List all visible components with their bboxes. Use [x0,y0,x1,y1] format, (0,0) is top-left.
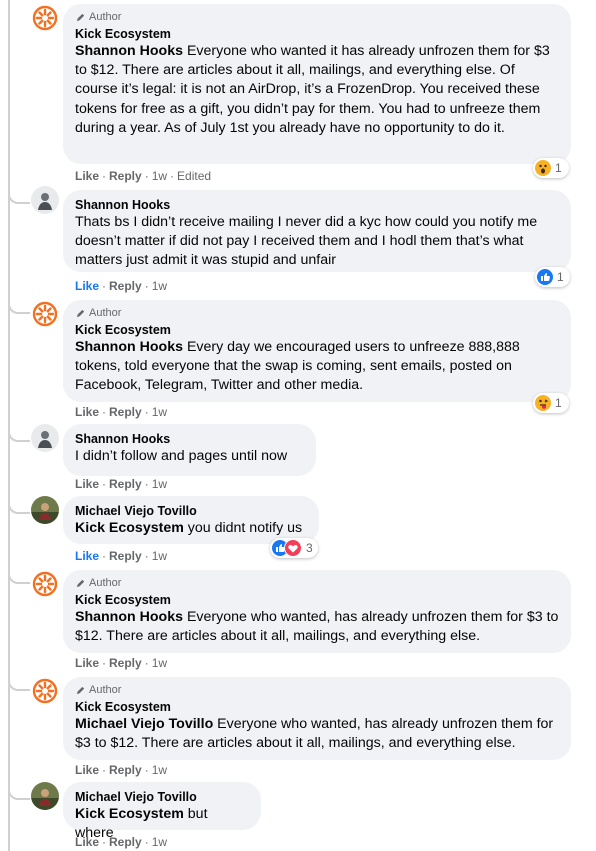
reaction-summary[interactable]: 1 [533,393,569,413]
like-button[interactable]: Like [75,835,99,849]
mention-link[interactable]: Kick Ecosystem [75,806,184,822]
like-button[interactable]: Like [75,656,99,670]
comment-actions: Like · Reply · 1w [75,835,168,849]
mention-link[interactable]: Shannon Hooks [75,609,183,625]
mention-link[interactable]: Michael Viejo Tovillo [75,716,213,732]
comment-bubble: Michael Viejo Tovillo Kick Ecosystem but… [63,782,261,841]
wow-reaction-icon [535,160,551,176]
reply-button[interactable]: Reply [109,279,142,293]
comment-actions: Like · Reply · 1w [75,279,168,293]
like-button[interactable]: Like [75,279,99,293]
comment-text: Shannon Hooks Everyone who wanted, has a… [75,609,559,645]
pencil-icon [76,686,85,694]
like-button[interactable]: Like [75,169,99,183]
comment-text: I didn’t follow and pages until now [75,448,288,464]
kick-ecosystem-avatar[interactable] [31,4,59,32]
shannon-hooks-avatar[interactable] [31,424,59,452]
mention-link[interactable]: Kick Ecosystem [75,520,184,536]
comment-bubble: Author Kick Ecosystem Michael Viejo Tovi… [63,677,571,760]
reply-button[interactable]: Reply [109,477,142,491]
comment-text: Michael Viejo Tovillo Everyone who wante… [75,716,554,752]
timestamp[interactable]: 1w [152,549,167,563]
commenter-name[interactable]: Kick Ecosystem [75,322,559,338]
comment-bubble: Author Kick Ecosystem Shannon Hooks Ever… [63,300,571,402]
timestamp[interactable]: 1w [152,477,167,491]
comment-text: Kick Ecosystem you didnt notify us [75,520,303,536]
reaction-summary[interactable]: 1 [535,267,570,287]
reaction-summary[interactable]: 3 [270,538,318,558]
kick-ecosystem-avatar[interactable] [31,570,59,598]
timestamp[interactable]: 1w [152,763,167,777]
timestamp[interactable]: 1w [152,405,167,419]
reaction-summary[interactable]: 1 [533,158,569,178]
michael-viejo-tovillo-avatar[interactable] [31,782,59,810]
commenter-name[interactable]: Kick Ecosystem [75,699,559,715]
reply-button[interactable]: Reply [109,763,142,777]
mention-link[interactable]: Shannon Hooks [75,339,183,355]
commenter-name[interactable]: Shannon Hooks [75,431,304,447]
comment-actions: Like · Reply · 1w [75,656,168,670]
like-button[interactable]: Like [75,477,99,491]
author-badge: Author [75,307,559,319]
reply-button[interactable]: Reply [109,169,142,183]
like-button[interactable]: Like [75,405,99,419]
reply-button[interactable]: Reply [109,656,142,670]
michael-viejo-tovillo-avatar[interactable] [31,496,59,524]
kick-ecosystem-avatar[interactable] [31,677,59,705]
timestamp[interactable]: 1w [152,656,167,670]
comment-bubble: Shannon Hooks Thats bs I didn’t receive … [63,190,571,272]
kick-ecosystem-avatar[interactable] [31,300,59,328]
comment-bubble: Author Kick Ecosystem Shannon Hooks Ever… [63,570,571,653]
mention-link[interactable]: Shannon Hooks [75,43,183,59]
author-badge: Author [75,577,559,589]
like-reaction-icon [537,269,553,285]
pencil-icon [76,579,85,587]
commenter-name[interactable]: Kick Ecosystem [75,592,559,608]
edited-label[interactable]: Edited [177,169,211,183]
comment-bubble: Shannon Hooks I didn’t follow and pages … [63,424,316,476]
reply-button[interactable]: Reply [109,835,142,849]
comment-actions: Like · Reply · 1w [75,763,168,777]
pencil-icon [76,309,85,317]
shannon-hooks-avatar[interactable] [31,186,59,214]
comment-actions: Like · Reply · 1w [75,405,168,419]
commenter-name[interactable]: Michael Viejo Tovillo [75,503,307,519]
like-button[interactable]: Like [75,549,99,563]
commenter-name[interactable]: Shannon Hooks [75,197,559,213]
comment-text: Thats bs I didn’t receive mailing I neve… [75,214,538,269]
love-reaction-icon [284,539,302,557]
author-badge: Author [75,684,559,696]
reply-button[interactable]: Reply [109,549,142,563]
tongue-reaction-icon [535,395,551,411]
comment-actions: Like · Reply · 1w [75,477,168,491]
commenter-name[interactable]: Kick Ecosystem [75,26,559,42]
comment-actions: Like · Reply · 1w [75,549,168,563]
pencil-icon [76,13,85,21]
comment-text: Shannon Hooks Every day we encouraged us… [75,339,520,394]
timestamp[interactable]: 1w [152,169,167,183]
comment-actions: Like · Reply · 1w · Edited [75,169,212,183]
comment-bubble: Michael Viejo Tovillo Kick Ecosystem you… [63,496,319,544]
author-badge: Author [75,11,559,23]
timestamp[interactable]: 1w [152,279,167,293]
like-button[interactable]: Like [75,763,99,777]
reply-button[interactable]: Reply [109,405,142,419]
comment-bubble: Author Kick Ecosystem Shannon Hooks Ever… [63,4,571,164]
commenter-name[interactable]: Michael Viejo Tovillo [75,789,249,805]
timestamp[interactable]: 1w [152,835,167,849]
comment-text: Shannon Hooks Everyone who wanted it has… [75,43,550,136]
